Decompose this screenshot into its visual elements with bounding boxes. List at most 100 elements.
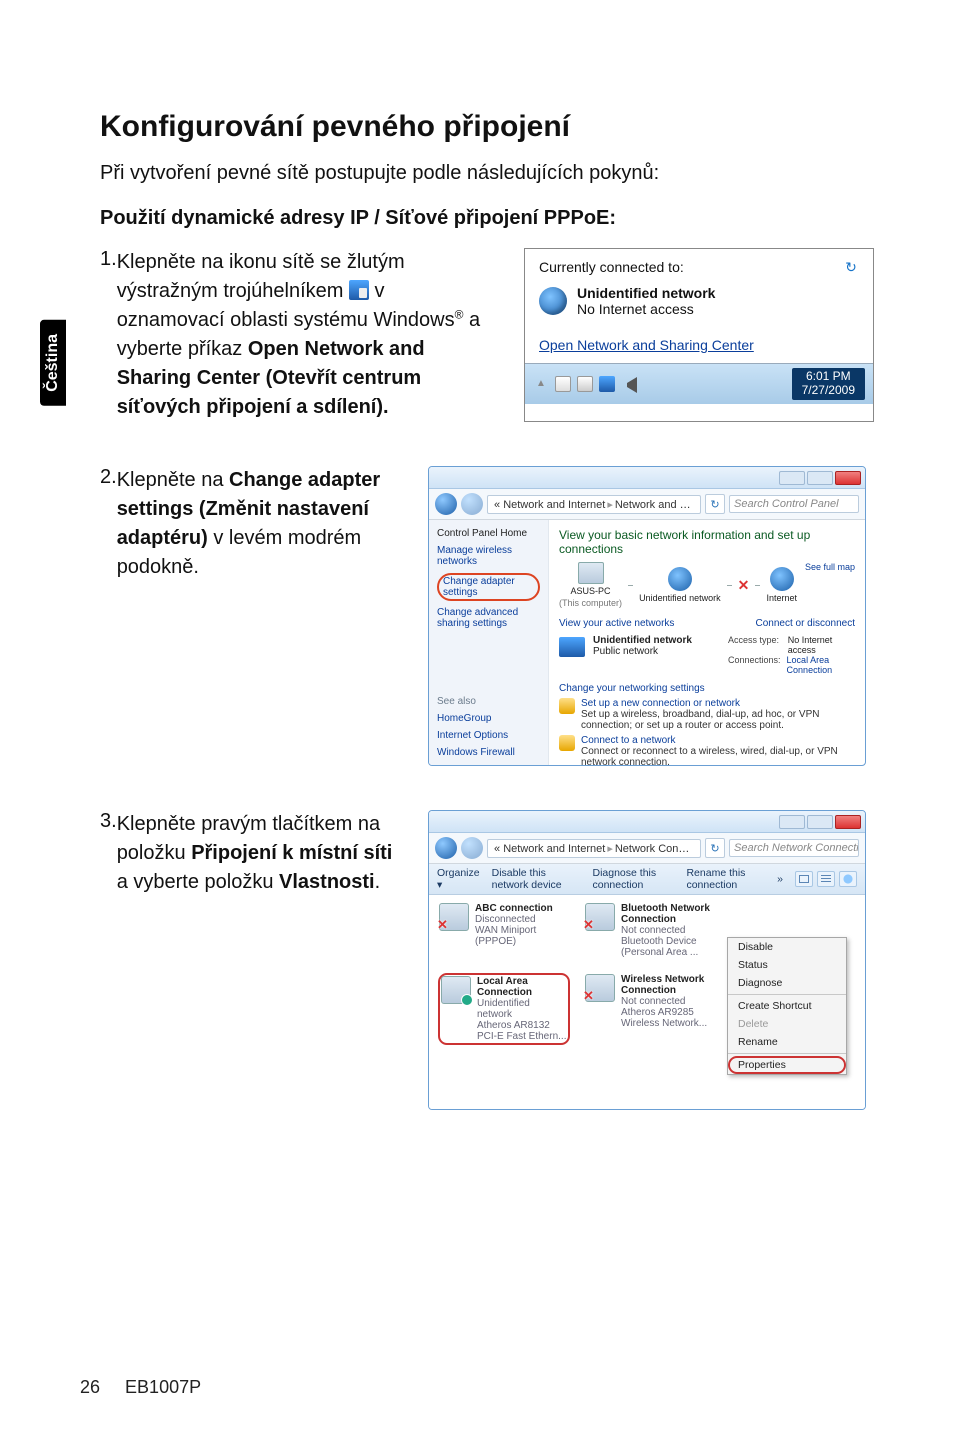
internet-options-link[interactable]: Internet Options <box>437 730 540 741</box>
connection-item[interactable]: ABC connectionDisconnectedWAN Miniport (… <box>439 903 569 958</box>
open-network-center-link[interactable]: Open Network and Sharing Center <box>539 337 754 353</box>
connection-item[interactable]: Bluetooth Network ConnectionNot connecte… <box>585 903 715 958</box>
tray-time: 6:01 PM <box>802 370 855 384</box>
step-3-row: 3. Klepněte pravým tlačítkem na položku … <box>100 810 874 1110</box>
step-3-number: 3. <box>100 810 117 897</box>
breadcrumb[interactable]: « Network and Internet▸Network and Shari… <box>487 495 701 514</box>
menu-properties[interactable]: Properties <box>728 1056 846 1074</box>
pc-sublabel: (This computer) <box>559 598 622 608</box>
homegroup-link[interactable]: HomeGroup <box>437 713 540 724</box>
entry-type: Public network <box>593 646 658 657</box>
connections-val[interactable]: Local Area Connection <box>787 655 855 675</box>
internet-icon <box>770 567 794 591</box>
menu-rename[interactable]: Rename <box>728 1033 846 1051</box>
nav-back-button[interactable] <box>435 493 457 515</box>
address-bar: « Network and Internet▸Network Connectio… <box>429 833 865 864</box>
unidentified-network-icon <box>668 567 692 591</box>
disable-device-button[interactable]: Disable this network device <box>492 867 581 891</box>
rename-connection-button[interactable]: Rename this connection <box>686 867 765 891</box>
connections-key: Connections: <box>728 655 781 675</box>
breadcrumb[interactable]: « Network and Internet▸Network Connectio… <box>487 839 701 858</box>
menu-disable[interactable]: Disable <box>728 938 846 956</box>
page-heading: Konfigurování pevného připojení <box>100 110 874 144</box>
help-button[interactable] <box>839 871 857 887</box>
toolbar: Organize ▾ Disable this network device D… <box>429 864 865 895</box>
pc-icon <box>578 562 604 584</box>
organize-menu[interactable]: Organize ▾ <box>437 867 480 891</box>
tray-date: 7/27/2009 <box>802 384 855 398</box>
step-2-text: 2. Klepněte na Change adapter settings (… <box>100 466 400 766</box>
tray-clock[interactable]: 6:01 PM 7/27/2009 <box>792 368 865 400</box>
change-adapter-settings-link[interactable]: Change adapter settings <box>437 573 540 601</box>
menu-diagnose[interactable]: Diagnose <box>728 974 846 992</box>
control-panel-home-link[interactable]: Control Panel Home <box>437 528 540 539</box>
diagnose-connection-button[interactable]: Diagnose this connection <box>593 867 675 891</box>
menu-delete: Delete <box>728 1015 846 1033</box>
window-close-button[interactable] <box>835 815 861 829</box>
connections-area: ABC connectionDisconnectedWAN Miniport (… <box>429 895 865 1110</box>
windows-firewall-link[interactable]: Windows Firewall <box>437 747 540 758</box>
network-entry-icon <box>559 637 585 657</box>
page: Konfigurování pevného připojení Při vytv… <box>0 0 954 1110</box>
search-input[interactable]: Search Network Connections <box>729 839 859 857</box>
access-key: Access type: <box>728 635 782 655</box>
network-icon[interactable] <box>599 376 615 392</box>
pc-label: ASUS-PC <box>571 586 611 596</box>
step-2-number: 2. <box>100 466 117 582</box>
connect-disconnect-link[interactable]: Connect or disconnect <box>755 618 855 629</box>
connection-item[interactable]: Local Area ConnectionUnidentified networ… <box>439 974 569 1044</box>
nav-forward-button[interactable] <box>461 493 483 515</box>
nav-back-button[interactable] <box>435 837 457 859</box>
page-number: 26 <box>80 1377 100 1397</box>
screenshot-sharing-center: « Network and Internet▸Network and Shari… <box>428 466 866 766</box>
step-1-number: 1. <box>100 248 117 422</box>
step-1-row: 1. Klepněte na ikonu sítě se žlutým výst… <box>100 248 874 422</box>
volume-icon[interactable] <box>621 377 637 393</box>
address-refresh-icon[interactable]: ↻ <box>705 838 725 858</box>
connection-broken-icon: ✕ <box>738 580 750 590</box>
address-refresh-icon[interactable]: ↻ <box>705 494 725 514</box>
task-icon <box>559 698 575 714</box>
task-new-connection[interactable]: Set up a new connection or network <box>581 698 740 709</box>
menu-create-shortcut[interactable]: Create Shortcut <box>728 997 846 1015</box>
search-input[interactable]: Search Control Panel <box>729 495 859 513</box>
model-name: EB1007P <box>125 1377 201 1397</box>
window-maximize-button[interactable] <box>807 815 833 829</box>
internet-label: Internet <box>766 593 797 603</box>
window-titlebar <box>429 811 865 833</box>
manage-wireless-link[interactable]: Manage wireless networks <box>437 545 540 567</box>
see-also-label: See also <box>437 696 540 707</box>
window-minimize-button[interactable] <box>779 471 805 485</box>
connection-item[interactable]: Wireless Network ConnectionNot connected… <box>585 974 715 1044</box>
nav-forward-button[interactable] <box>461 837 483 859</box>
step-3-text: 3. Klepněte pravým tlačítkem na položku … <box>100 810 400 1110</box>
window-maximize-button[interactable] <box>807 471 833 485</box>
window-minimize-button[interactable] <box>779 815 805 829</box>
window-close-button[interactable] <box>835 471 861 485</box>
action-center-icon[interactable] <box>555 376 571 392</box>
view-button-1[interactable] <box>795 871 813 887</box>
context-menu: Disable Status Diagnose Create Shortcut … <box>727 937 847 1075</box>
intro-text: Při vytvoření pevné sítě postupujte podl… <box>100 162 874 185</box>
tray-chevron-icon[interactable]: ▲ <box>533 376 549 392</box>
step-3-part3: . <box>375 871 381 893</box>
see-full-map-link[interactable]: See full map <box>805 562 855 572</box>
entry-name: Unidentified network <box>593 635 692 646</box>
network-name: Unidentified network <box>577 285 715 301</box>
section-heading: Použití dynamické adresy IP / Síťové při… <box>100 207 874 230</box>
toolbar-more[interactable]: » <box>777 873 783 885</box>
task-connect-network[interactable]: Connect to a network <box>581 735 676 746</box>
menu-status[interactable]: Status <box>728 956 846 974</box>
screenshot-network-flyout: Currently connected to: ↻ Unidentified n… <box>524 248 874 422</box>
advanced-sharing-link[interactable]: Change advanced sharing settings <box>437 607 540 629</box>
globe-icon <box>539 287 567 315</box>
active-networks-label: View your active networks <box>559 618 674 629</box>
step-3-bold1: Připojení k místní síti <box>191 842 392 864</box>
step-2-part1: Klepněte na <box>117 469 229 491</box>
view-button-2[interactable] <box>817 871 835 887</box>
task-icon <box>559 735 575 751</box>
refresh-icon[interactable]: ↻ <box>843 259 859 275</box>
step-3-bold2: Vlastnosti <box>279 871 375 893</box>
task-connect-network-desc: Connect or reconnect to a wireless, wire… <box>581 746 838 766</box>
tray-misc-icon[interactable] <box>577 376 593 392</box>
